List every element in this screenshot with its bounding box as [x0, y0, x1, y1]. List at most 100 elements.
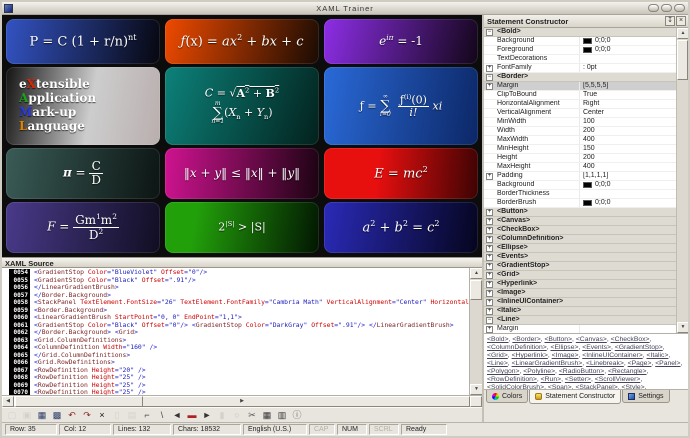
property-foreground[interactable]: Foreground0;0;0 [484, 46, 676, 55]
element-link[interactable]: <RowDefinition> [487, 376, 537, 383]
expand-icon[interactable]: + [486, 281, 493, 288]
category-image[interactable]: +<Image> [484, 289, 676, 298]
element-link[interactable]: <Grid> [487, 352, 508, 359]
formula-tile-vector-magnitude-sum[interactable]: C = √A2 + B2m∑n=1(Xn + Yn) [165, 67, 319, 145]
property-background[interactable]: Background0;0;0 [484, 37, 676, 46]
category-events[interactable]: +<Events> [484, 253, 676, 262]
property-value[interactable]: Center [580, 109, 676, 117]
category-checkbox[interactable]: +<CheckBox> [484, 226, 676, 235]
pin-icon[interactable]: ↧ [665, 16, 675, 26]
element-link[interactable]: <ScrollViewer> [595, 376, 641, 383]
expand-icon[interactable]: + [486, 65, 493, 72]
expand-icon[interactable]: + [486, 245, 493, 252]
element-link[interactable]: <Button> [544, 336, 572, 343]
category-line[interactable]: −<Line> [484, 316, 676, 325]
redo-button[interactable]: ↷ [80, 409, 94, 422]
xaml-code-editor[interactable]: 0054<GradientStop Color="BlueViolet" Off… [2, 268, 482, 395]
property-value[interactable]: 400 [580, 136, 676, 144]
property-value[interactable]: 0;0;0 [580, 181, 676, 189]
horizontal-scroll-thumb[interactable] [15, 396, 143, 407]
property-value[interactable]: 0;0;0 [580, 46, 676, 54]
property-value[interactable]: 0;0;0 [580, 199, 676, 207]
format-button[interactable]: ⌐ [140, 409, 154, 422]
property-value[interactable]: Right [580, 100, 676, 108]
save-all-button[interactable]: ▩ [50, 409, 64, 422]
tab-settings[interactable]: Settings [622, 390, 669, 403]
element-link[interactable]: <Italic> [647, 352, 669, 359]
expand-icon[interactable]: + [486, 263, 493, 270]
minimize-button[interactable] [648, 4, 659, 12]
property-background[interactable]: Background0;0;0 [484, 181, 676, 190]
property-height[interactable]: Height200 [484, 154, 676, 163]
element-link[interactable]: <Polygon> [487, 368, 520, 375]
formula-tile-taylor-series[interactable]: ƒ = ∞∑i=0 ƒ(i)(0)i! xi [324, 67, 478, 145]
open-button[interactable]: ▣ [20, 409, 34, 422]
property-value[interactable]: 200 [580, 154, 676, 162]
element-link[interactable]: <Polyline> [523, 368, 555, 375]
element-link[interactable]: <Image> [552, 352, 579, 359]
element-link[interactable]: <Events> [582, 344, 611, 351]
snippet-button[interactable]: ✂ [245, 409, 259, 422]
category-border[interactable]: −<Border> [484, 73, 676, 82]
formula-tile-pythagorean-theorem[interactable]: a2 + b2 = c2 [324, 202, 478, 253]
formula-tile-pi-definition[interactable]: π = CD [6, 148, 160, 199]
element-link[interactable]: <Border> [512, 336, 540, 343]
cut-button[interactable]: × [95, 409, 109, 422]
about-button[interactable]: ⓘ [290, 409, 304, 422]
collapse-icon[interactable]: − [486, 29, 493, 36]
formula-tile-mass-energy[interactable]: E = mc2 [324, 148, 478, 199]
property-borderthickness[interactable]: BorderThickness [484, 190, 676, 199]
property-value[interactable] [580, 325, 676, 333]
category-italic[interactable]: +<Italic> [484, 307, 676, 316]
property-value[interactable]: 100 [580, 118, 676, 126]
property-fontfamily[interactable]: +FontFamily: 0pt [484, 64, 676, 73]
navigate-forward-button[interactable]: ► [200, 409, 214, 422]
scroll-left-icon[interactable]: ◀ [2, 396, 14, 407]
expand-icon[interactable]: + [486, 83, 493, 90]
expand-icon[interactable]: + [486, 326, 493, 333]
print-button[interactable]: ▦ [260, 409, 274, 422]
category-gradientstop[interactable]: +<GradientStop> [484, 262, 676, 271]
expand-icon[interactable]: + [486, 254, 493, 261]
property-maxheight[interactable]: MaxHeight400 [484, 163, 676, 172]
expand-icon[interactable]: + [486, 209, 493, 216]
property-value[interactable]: 200 [580, 127, 676, 135]
close-button[interactable] [674, 4, 685, 12]
element-link[interactable]: <CheckBox> [611, 336, 650, 343]
panel-close-icon[interactable]: × [676, 16, 686, 26]
element-link[interactable]: <RadioButton> [559, 368, 604, 375]
property-value[interactable]: 0;0;0 [580, 37, 676, 45]
formula-tile-triangle-inequality[interactable]: ‖x + y‖ ≤ ‖x‖ + ‖y‖ [165, 148, 319, 199]
property-minwidth[interactable]: MinWidth100 [484, 118, 676, 127]
undo-button[interactable]: ↶ [65, 409, 79, 422]
formula-tile-powerset-cardinality[interactable]: 2|S| > |S| [165, 202, 319, 253]
expand-icon[interactable]: + [486, 236, 493, 243]
expand-icon[interactable]: + [486, 299, 493, 306]
element-link[interactable]: <Ellipse> [550, 344, 578, 351]
element-link[interactable]: <Panel> [655, 360, 680, 367]
collapse-icon[interactable]: − [486, 74, 493, 81]
scroll-up-icon[interactable]: ▲ [470, 268, 482, 279]
expand-icon[interactable]: + [486, 272, 493, 279]
category-canvas[interactable]: +<Canvas> [484, 217, 676, 226]
category-hyperlink[interactable]: +<Hyperlink> [484, 280, 676, 289]
property-value[interactable] [580, 55, 676, 63]
formula-tile-gravitation[interactable]: F = Gm1m2D2 [6, 202, 160, 253]
copy-button[interactable]: ▯ [110, 409, 124, 422]
property-value[interactable]: [1,1,1,1] [580, 172, 676, 180]
scroll-up-icon[interactable]: ▲ [677, 28, 688, 39]
stop-button[interactable]: ▬ [185, 409, 199, 422]
element-link[interactable]: <Bold> [487, 336, 509, 343]
property-borderbrush[interactable]: BorderBrush0;0;0 [484, 199, 676, 208]
property-maxwidth[interactable]: MaxWidth400 [484, 136, 676, 145]
property-margin[interactable]: +Margin[5,5,5,5] [484, 82, 676, 91]
element-link[interactable]: <Setter> [565, 376, 591, 383]
category-inlineuicontainer[interactable]: +<InlineUIContainer> [484, 298, 676, 307]
element-link[interactable]: <ColumnDefinition> [487, 344, 547, 351]
property-textdecorations[interactable]: TextDecorations [484, 55, 676, 64]
category-ellipse[interactable]: +<Ellipse> [484, 244, 676, 253]
expand-icon[interactable]: + [486, 173, 493, 180]
formula-tile-euler-identity[interactable]: eiπ = -1 [324, 19, 478, 64]
formula-tile-compound-interest[interactable]: P = C (1 + r/n)nt [6, 19, 160, 64]
element-link[interactable]: <Line> [487, 360, 508, 367]
